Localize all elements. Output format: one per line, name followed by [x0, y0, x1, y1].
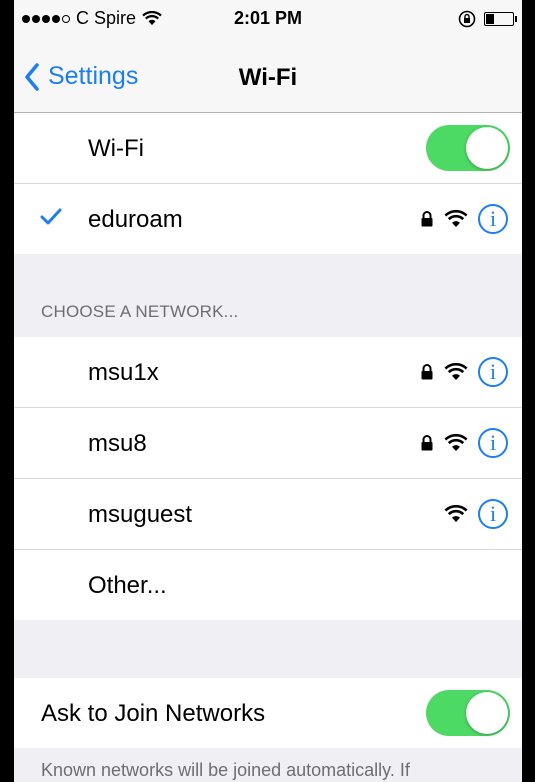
screen: C Spire 2:01 PM Settings Wi-Fi Wi-Fi edu…: [14, 0, 522, 782]
toggle-knob: [466, 692, 508, 734]
info-icon[interactable]: i: [478, 357, 508, 387]
lock-icon: [421, 211, 433, 227]
page-title: Wi-Fi: [238, 64, 298, 91]
info-icon[interactable]: i: [478, 428, 508, 458]
status-time: 2:01 PM: [233, 8, 303, 28]
lock-icon: [421, 364, 433, 380]
battery-level: [486, 14, 495, 24]
network-status-icons: i: [420, 357, 508, 387]
info-icon[interactable]: i: [478, 499, 508, 529]
network-status-icons: i: [444, 499, 508, 529]
network-name: msu1x: [88, 359, 159, 386]
section-header: CHOOSE A NETWORK...: [41, 302, 239, 321]
connected-network-row[interactable]: eduroam i: [14, 184, 522, 254]
status-bar: C Spire 2:01 PM: [14, 0, 522, 40]
wifi-icon: [444, 434, 468, 451]
wifi-group: Wi-Fi eduroam i: [14, 113, 522, 254]
network-status-icons: i: [420, 428, 508, 458]
battery-icon: [484, 12, 517, 26]
ask-to-join-toggle[interactable]: [426, 690, 510, 736]
status-right: [458, 10, 517, 28]
wifi-toggle-row: Wi-Fi: [14, 113, 522, 184]
other-network-label: Other...: [88, 572, 167, 599]
info-icon[interactable]: i: [478, 204, 508, 234]
wifi-icon: [444, 505, 468, 522]
ask-to-join-group: Ask to Join Networks: [14, 678, 522, 748]
networks-group: msu1x i msu8 i msuguest i Other...: [14, 337, 522, 620]
footer-note: Known networks will be joined automatica…: [41, 760, 410, 780]
wifi-icon: [444, 210, 468, 227]
checkmark-icon: [40, 208, 62, 225]
network-row[interactable]: msuguest i: [14, 479, 522, 550]
network-row[interactable]: msu8 i: [14, 408, 522, 479]
orientation-lock-icon: [458, 10, 476, 28]
network-status-icons: i: [420, 204, 508, 234]
ask-to-join-label: Ask to Join Networks: [41, 700, 266, 727]
network-name: msuguest: [88, 501, 193, 528]
other-network-row[interactable]: Other...: [14, 550, 522, 620]
navigation-bar: Settings Wi-Fi: [14, 40, 522, 113]
wifi-icon: [444, 363, 468, 380]
toggle-knob: [466, 127, 508, 169]
lock-icon: [421, 435, 433, 451]
wifi-toggle[interactable]: [426, 125, 510, 171]
connected-network-name: eduroam: [88, 206, 183, 233]
ask-to-join-row: Ask to Join Networks: [14, 678, 522, 748]
network-name: msu8: [88, 430, 147, 457]
wifi-toggle-label: Wi-Fi: [88, 135, 144, 162]
network-row[interactable]: msu1x i: [14, 337, 522, 408]
